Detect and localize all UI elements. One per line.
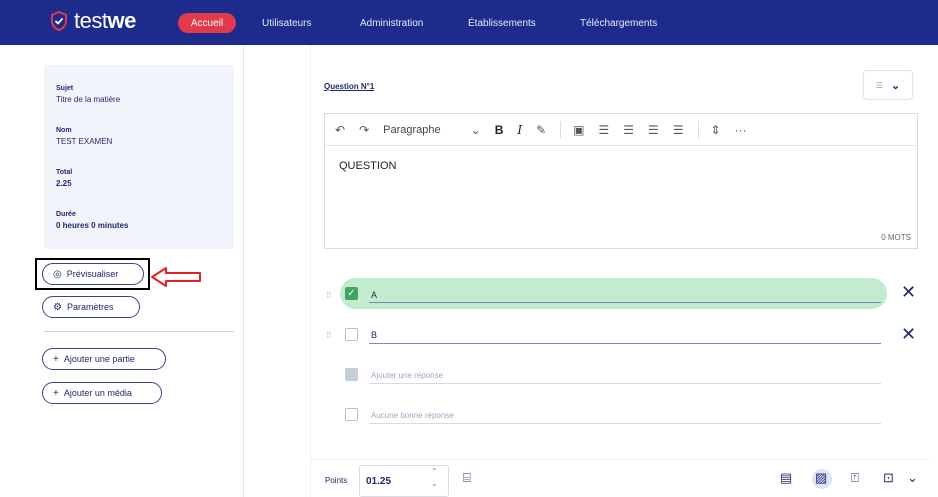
no-correct-label: Aucune bonne réponse (371, 411, 454, 420)
image-icon[interactable]: ▣ (573, 123, 584, 137)
info-subject: Sujet Titre de la matière (56, 85, 121, 104)
close-icon[interactable]: ✕ (901, 282, 916, 303)
info-duration: Durée 0 heures 0 minutes (56, 211, 129, 230)
more-options-icon[interactable]: ··· (735, 123, 747, 137)
add-answer-underline (369, 383, 881, 384)
align-right-icon[interactable]: ☰ (648, 123, 659, 137)
line-height-icon[interactable]: ⇕ (711, 123, 721, 137)
chevron-down-icon[interactable]: ⌄ (907, 470, 918, 486)
info-name: Nom TEST EXAMEN (56, 127, 113, 146)
add-answer-input[interactable]: Ajouter une réponse (371, 371, 443, 380)
italic-button[interactable]: I (517, 123, 522, 137)
top-nav: testwe Accueil Utilisateurs Administrati… (0, 0, 938, 45)
highlight-icon[interactable]: ✎ (536, 123, 546, 137)
undo-icon[interactable]: ↶ (335, 123, 345, 137)
clipboard-icon[interactable]: ▤ (780, 470, 792, 486)
chevron-down-icon: ⌄ (890, 79, 901, 92)
info-total: Total 2.25 (56, 169, 73, 188)
shield-check-icon (51, 11, 67, 31)
nav-administration[interactable]: Administration (360, 13, 423, 33)
nav-etablissements[interactable]: Établissements (468, 13, 536, 33)
image-icon[interactable]: ▨ (815, 470, 827, 486)
answer-a-text[interactable]: A (371, 290, 377, 300)
bottom-divider (311, 459, 929, 460)
question-title[interactable]: Question N°1 (324, 82, 374, 91)
answer-a-highlight (340, 278, 887, 309)
toolbar-divider (697, 120, 699, 139)
drag-handle-icon[interactable]: ⠿ (326, 291, 332, 300)
logo[interactable]: testwe (50, 8, 136, 34)
trash-icon[interactable]: ⊡ (883, 470, 894, 486)
paragraph-select[interactable]: Paragraphe (383, 124, 441, 136)
question-type-select[interactable]: ☰ ⌄ (863, 70, 913, 100)
editor-toolbar: ↶ ↷ Paragraphe ⌄ B I ✎ ▣ ☰ ☰ ☰ ☰ ⇕ ··· (325, 114, 917, 146)
add-answer-checkbox[interactable] (345, 368, 358, 381)
plus-icon: + (53, 387, 59, 399)
gear-icon: ⚙ (53, 301, 62, 313)
annotation-arrow-icon (151, 267, 201, 287)
comment-icon[interactable]: ⌸ (463, 470, 471, 486)
redo-icon[interactable]: ↷ (359, 123, 369, 137)
align-justify-icon[interactable]: ☰ (673, 123, 684, 137)
nav-utilisateurs[interactable]: Utilisateurs (262, 13, 311, 33)
add-media-button[interactable]: + Ajouter un média (42, 382, 162, 404)
chevron-down-icon[interactable]: ⌄ (431, 478, 438, 490)
no-correct-checkbox[interactable] (345, 408, 358, 421)
answer-a-checkbox[interactable]: ✓ (345, 287, 358, 300)
nav-telechargements[interactable]: Téléchargements (580, 13, 657, 33)
answer-b-text[interactable]: B (371, 330, 377, 340)
add-part-button[interactable]: + Ajouter une partie (42, 348, 166, 370)
settings-button[interactable]: ⚙ Paramètres (42, 296, 140, 318)
close-icon[interactable]: ✕ (901, 324, 916, 345)
sidebar-divider (44, 331, 234, 332)
answer-a-underline (369, 302, 881, 303)
logo-text: testwe (74, 8, 136, 33)
question-editor[interactable]: ↶ ↷ Paragraphe ⌄ B I ✎ ▣ ☰ ☰ ☰ ☰ ⇕ ··· Q… (324, 113, 918, 249)
chevron-up-icon[interactable]: ⌃ (431, 466, 438, 478)
question-panel: Question N°1 ☰ ⌄ ↶ ↷ Paragraphe ⌄ B I ✎ … (310, 45, 929, 497)
align-left-icon[interactable]: ☰ (599, 123, 610, 137)
list-icon: ☰ (875, 80, 883, 90)
plus-icon: + (53, 353, 59, 365)
export-icon[interactable]: ⍐ (851, 470, 859, 486)
points-stepper[interactable]: ⌃ ⌄ (431, 466, 438, 490)
points-label: Points (325, 476, 348, 485)
toolbar-divider (560, 120, 562, 139)
answer-b-checkbox[interactable] (345, 328, 358, 341)
nav-accueil[interactable]: Accueil (178, 13, 236, 33)
question-content[interactable]: QUESTION (325, 146, 917, 186)
answer-b-underline (369, 343, 881, 344)
chevron-down-icon[interactable]: ⌄ (471, 123, 481, 137)
annotation-highlight-box (35, 258, 150, 290)
word-count: 0 MOTS (881, 233, 911, 242)
bold-button[interactable]: B (495, 123, 504, 137)
exam-info-card: Sujet Titre de la matière Nom TEST EXAME… (44, 65, 234, 249)
drag-handle-icon[interactable]: ⠿ (326, 331, 332, 340)
align-center-icon[interactable]: ☰ (623, 123, 634, 137)
no-correct-underline (369, 423, 881, 424)
